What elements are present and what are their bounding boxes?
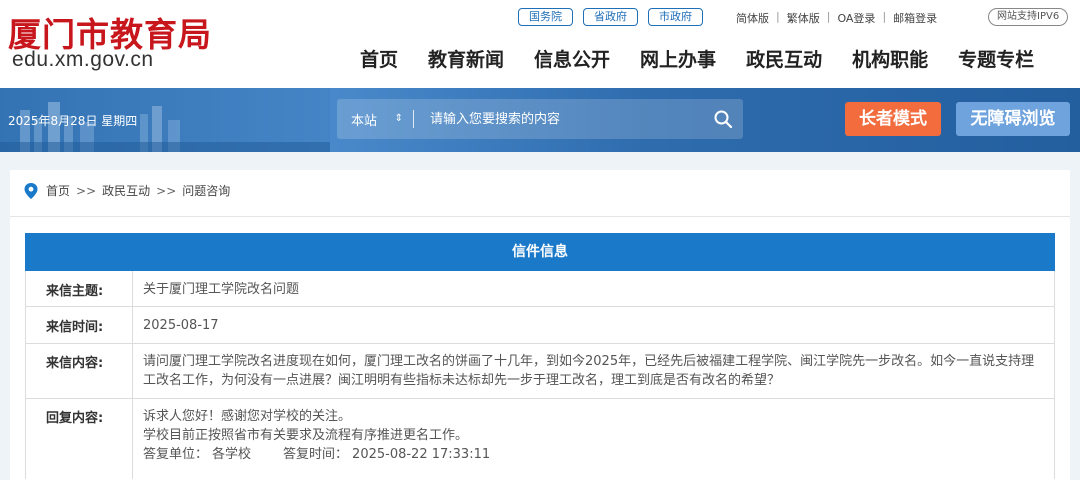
gov-link-state-council[interactable]: 国务院 bbox=[518, 8, 573, 26]
nav-news[interactable]: 教育新闻 bbox=[428, 46, 504, 74]
nav-interaction[interactable]: 政民互动 bbox=[746, 46, 822, 74]
link-traditional[interactable]: 繁体版 bbox=[787, 10, 820, 26]
search-button[interactable] bbox=[703, 100, 743, 138]
divider bbox=[10, 216, 1070, 217]
nav-home[interactable]: 首页 bbox=[360, 46, 398, 74]
gov-link-city[interactable]: 市政府 bbox=[648, 8, 703, 26]
row-label: 来信时间: bbox=[26, 307, 133, 343]
reply-line: 学校目前正按照省市有关要求及流程有序推进更名工作。 bbox=[143, 428, 469, 443]
gov-links: 国务院 省政府 市政府 bbox=[518, 8, 703, 26]
breadcrumb-interaction[interactable]: 政民互动 bbox=[102, 182, 150, 199]
table-row: 来信内容: 请问厦门理工学院改名进度现在如何，厦门理工改名的饼画了十几年，到如今… bbox=[25, 344, 1055, 399]
row-label: 来信主题: bbox=[26, 271, 133, 306]
table-row: 回复内容: 诉求人您好！感谢您对学校的关注。 学校目前正按照省市有关要求及流程有… bbox=[25, 399, 1055, 479]
breadcrumb-separator: >> bbox=[156, 183, 177, 198]
gov-link-province[interactable]: 省政府 bbox=[583, 8, 638, 26]
site-header: 厦门市教育局 edu.xm.gov.cn 国务院 省政府 市政府 简体版 | 繁… bbox=[0, 0, 1080, 88]
link-oa-login[interactable]: OA登录 bbox=[837, 10, 875, 26]
banner: 2025年8月28日 星期四 本站 ⇕ 长者模式 无障碍浏览 bbox=[0, 88, 1080, 152]
divider: | bbox=[882, 10, 887, 23]
breadcrumb: 首页 >> 政民互动 >> 问题咨询 bbox=[24, 182, 230, 199]
row-label: 回复内容: bbox=[26, 399, 133, 479]
table-row: 来信时间: 2025-08-17 bbox=[25, 307, 1055, 344]
nav-topics[interactable]: 专题专栏 bbox=[958, 46, 1034, 74]
reply-line: 诉求人您好！感谢您对学校的关注。 bbox=[143, 409, 352, 424]
current-date: 2025年8月28日 星期四 bbox=[8, 114, 138, 128]
search-bar: 本站 ⇕ bbox=[337, 99, 743, 139]
reply-meta: 答复单位： 各学校 答复时间： 2025-08-22 17:33:11 bbox=[143, 445, 1038, 464]
search-scope-label: 本站 bbox=[351, 113, 378, 129]
search-scope-select[interactable]: 本站 ⇕ bbox=[351, 110, 403, 129]
reply-unit: 各学校 bbox=[212, 447, 252, 462]
accessible-browse-button[interactable]: 无障碍浏览 bbox=[956, 102, 1070, 136]
link-mail-login[interactable]: 邮箱登录 bbox=[893, 10, 937, 26]
reply-time: 2025-08-22 17:33:11 bbox=[352, 447, 491, 462]
nav-online-services[interactable]: 网上办事 bbox=[640, 46, 716, 74]
link-simplified[interactable]: 简体版 bbox=[736, 10, 769, 26]
breadcrumb-current[interactable]: 问题咨询 bbox=[182, 182, 230, 199]
breadcrumb-home[interactable]: 首页 bbox=[46, 182, 70, 199]
divider: | bbox=[826, 10, 831, 23]
letter-content: 请问厦门理工学院改名进度现在如何，厦门理工改名的饼画了十几年，到如今2025年，… bbox=[143, 354, 1035, 388]
updown-arrow-icon: ⇕ bbox=[394, 113, 403, 124]
reply-unit-label: 答复单位： bbox=[143, 447, 209, 462]
letter-header: 信件信息 bbox=[25, 233, 1055, 271]
reply-content: 诉求人您好！感谢您对学校的关注。 学校目前正按照省市有关要求及流程有序推进更名工… bbox=[133, 399, 1054, 479]
nav-info-disclosure[interactable]: 信息公开 bbox=[534, 46, 610, 74]
elder-mode-button[interactable]: 长者模式 bbox=[845, 102, 941, 136]
search-input[interactable] bbox=[414, 100, 703, 138]
top-links: 简体版 | 繁体版 | OA登录 | 邮箱登录 bbox=[736, 10, 937, 26]
divider: | bbox=[776, 10, 780, 23]
reply-time-label: 答复时间： bbox=[283, 447, 349, 462]
location-pin-icon bbox=[24, 182, 38, 199]
letter-header-text: 信件信息 bbox=[512, 244, 568, 260]
letter-date: 2025-08-17 bbox=[143, 318, 219, 333]
letter-info-table: 信件信息 来信主题: 关于厦门理工学院改名问题 来信时间: 2025-08-17… bbox=[25, 233, 1055, 479]
table-row: 来信主题: 关于厦门理工学院改名问题 bbox=[25, 271, 1055, 307]
main-nav: 首页 教育新闻 信息公开 网上办事 政民互动 机构职能 专题专栏 bbox=[360, 46, 1034, 74]
breadcrumb-separator: >> bbox=[76, 183, 97, 198]
content-panel: 首页 >> 政民互动 >> 问题咨询 信件信息 来信主题: 关于厦门理工学院改名… bbox=[10, 170, 1070, 480]
ipv6-badge: 网站支持IPV6 bbox=[988, 8, 1069, 26]
row-label: 来信内容: bbox=[26, 344, 133, 398]
site-logo-domain: edu.xm.gov.cn bbox=[12, 48, 154, 71]
search-icon bbox=[714, 110, 733, 129]
nav-functions[interactable]: 机构职能 bbox=[852, 46, 928, 74]
letter-subject: 关于厦门理工学院改名问题 bbox=[143, 282, 300, 297]
